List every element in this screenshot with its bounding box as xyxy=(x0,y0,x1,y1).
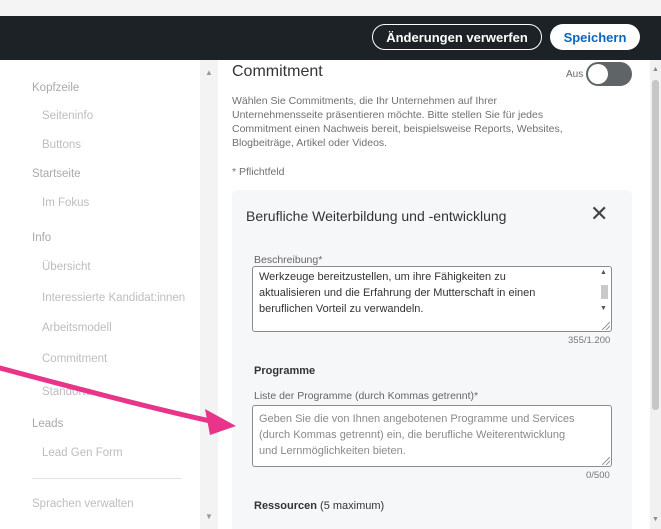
description-text-line: Werkzeuge bereitzustellen, um ihre Fähig… xyxy=(259,271,506,283)
description-char-counter: 355/1.200 xyxy=(568,335,611,346)
sidebar-item-sprachen-verwalten[interactable]: Sprachen verwalten xyxy=(32,498,134,510)
sidebar-item-buttons[interactable]: Buttons xyxy=(42,139,81,151)
sidebar-section-info[interactable]: Info xyxy=(32,232,51,244)
placeholder-line: Geben Sie die von Ihnen angebotenen Prog… xyxy=(259,413,575,425)
resize-handle-icon[interactable] xyxy=(602,457,610,465)
scroll-up-icon[interactable]: ▲ xyxy=(205,68,213,77)
programs-textarea[interactable]: Geben Sie die von Ihnen angebotenen Prog… xyxy=(252,405,612,467)
commitment-card xyxy=(232,190,632,529)
scroll-down-icon[interactable]: ▼ xyxy=(205,512,213,521)
scroll-up-icon[interactable]: ▲ xyxy=(652,66,659,73)
programs-placeholder: Geben Sie die von Ihnen angebotenen Prog… xyxy=(259,411,575,459)
commitment-toggle[interactable] xyxy=(586,62,632,86)
resources-heading: Ressourcen (5 maximum) xyxy=(254,500,384,512)
description-text-line: aktualisieren und die Erfahrung der Mutt… xyxy=(259,287,536,299)
required-field-note: * Pflichtfeld xyxy=(232,166,285,178)
description-line: Unternehmensseite präsentieren möchte. B… xyxy=(232,109,544,121)
description-line: Blogbeiträge, Artikel oder Videos. xyxy=(232,137,388,149)
sidebar-item-uebersicht[interactable]: Übersicht xyxy=(42,261,91,273)
description-line: Wählen Sie Commitments, die Ihr Unterneh… xyxy=(232,95,497,107)
placeholder-line: und Lernmöglichkeiten bieten. xyxy=(259,445,406,457)
close-icon[interactable]: ✕ xyxy=(590,202,608,226)
discard-changes-button[interactable]: Änderungen verwerfen xyxy=(372,24,542,50)
scroll-down-icon[interactable]: ▼ xyxy=(600,305,607,312)
scroll-thumb[interactable] xyxy=(601,285,608,299)
sidebar-section-startseite[interactable]: Startseite xyxy=(32,168,81,180)
sidebar-divider xyxy=(32,478,182,479)
resources-limit: (5 maximum) xyxy=(320,500,385,512)
programs-heading: Programme xyxy=(254,365,316,377)
window-top-strip xyxy=(0,0,661,16)
sidebar-item-lead-gen-form[interactable]: Lead Gen Form xyxy=(42,447,123,459)
sidebar-section-kopfzeile[interactable]: Kopfzeile xyxy=(32,82,79,94)
scroll-down-icon[interactable]: ▼ xyxy=(652,516,659,523)
scroll-up-icon[interactable]: ▲ xyxy=(600,269,607,276)
save-button[interactable]: Speichern xyxy=(550,24,640,50)
left-edge xyxy=(0,60,10,529)
textarea-scrollbar[interactable]: ▲ ▼ xyxy=(599,269,609,329)
resources-title: Ressourcen xyxy=(254,500,317,512)
toggle-knob xyxy=(588,64,608,84)
commitment-description: Wählen Sie Commitments, die Ihr Unterneh… xyxy=(232,94,628,150)
placeholder-line: (durch Kommas getrennt) ein, die berufli… xyxy=(259,429,566,441)
description-field-label: Beschreibung* xyxy=(254,254,323,266)
sidebar-item-interessierte-kandidaten[interactable]: Interessierte Kandidat:innen xyxy=(42,292,185,304)
scroll-thumb[interactable] xyxy=(652,80,659,410)
toggle-label: Aus xyxy=(566,69,584,80)
description-text-line: beruflichen Vorteil zu verwandeln. xyxy=(259,303,424,315)
annotation-arrow-icon xyxy=(0,365,236,435)
resize-handle-icon[interactable] xyxy=(602,322,610,330)
sidebar-item-im-fokus[interactable]: Im Fokus xyxy=(42,197,89,209)
main-scrollbar[interactable]: ▲ ▼ xyxy=(650,60,661,529)
sidebar-scrollbar[interactable]: ▲ ▼ xyxy=(200,60,218,529)
description-line: Commitment einen Nachweis bereit, beispi… xyxy=(232,123,563,135)
description-text: Werkzeuge bereitzustellen, um ihre Fähig… xyxy=(259,269,535,317)
programs-char-counter: 0/500 xyxy=(586,470,610,481)
programs-field-label: Liste der Programme (durch Kommas getren… xyxy=(254,390,479,402)
card-title: Berufliche Weiterbildung und -entwicklun… xyxy=(246,208,507,224)
sidebar-item-seiteninfo[interactable]: Seiteninfo xyxy=(42,110,93,122)
sidebar-item-arbeitsmodell[interactable]: Arbeitsmodell xyxy=(42,322,112,334)
section-title: Commitment xyxy=(232,63,323,80)
description-textarea[interactable]: Werkzeuge bereitzustellen, um ihre Fähig… xyxy=(252,266,612,332)
